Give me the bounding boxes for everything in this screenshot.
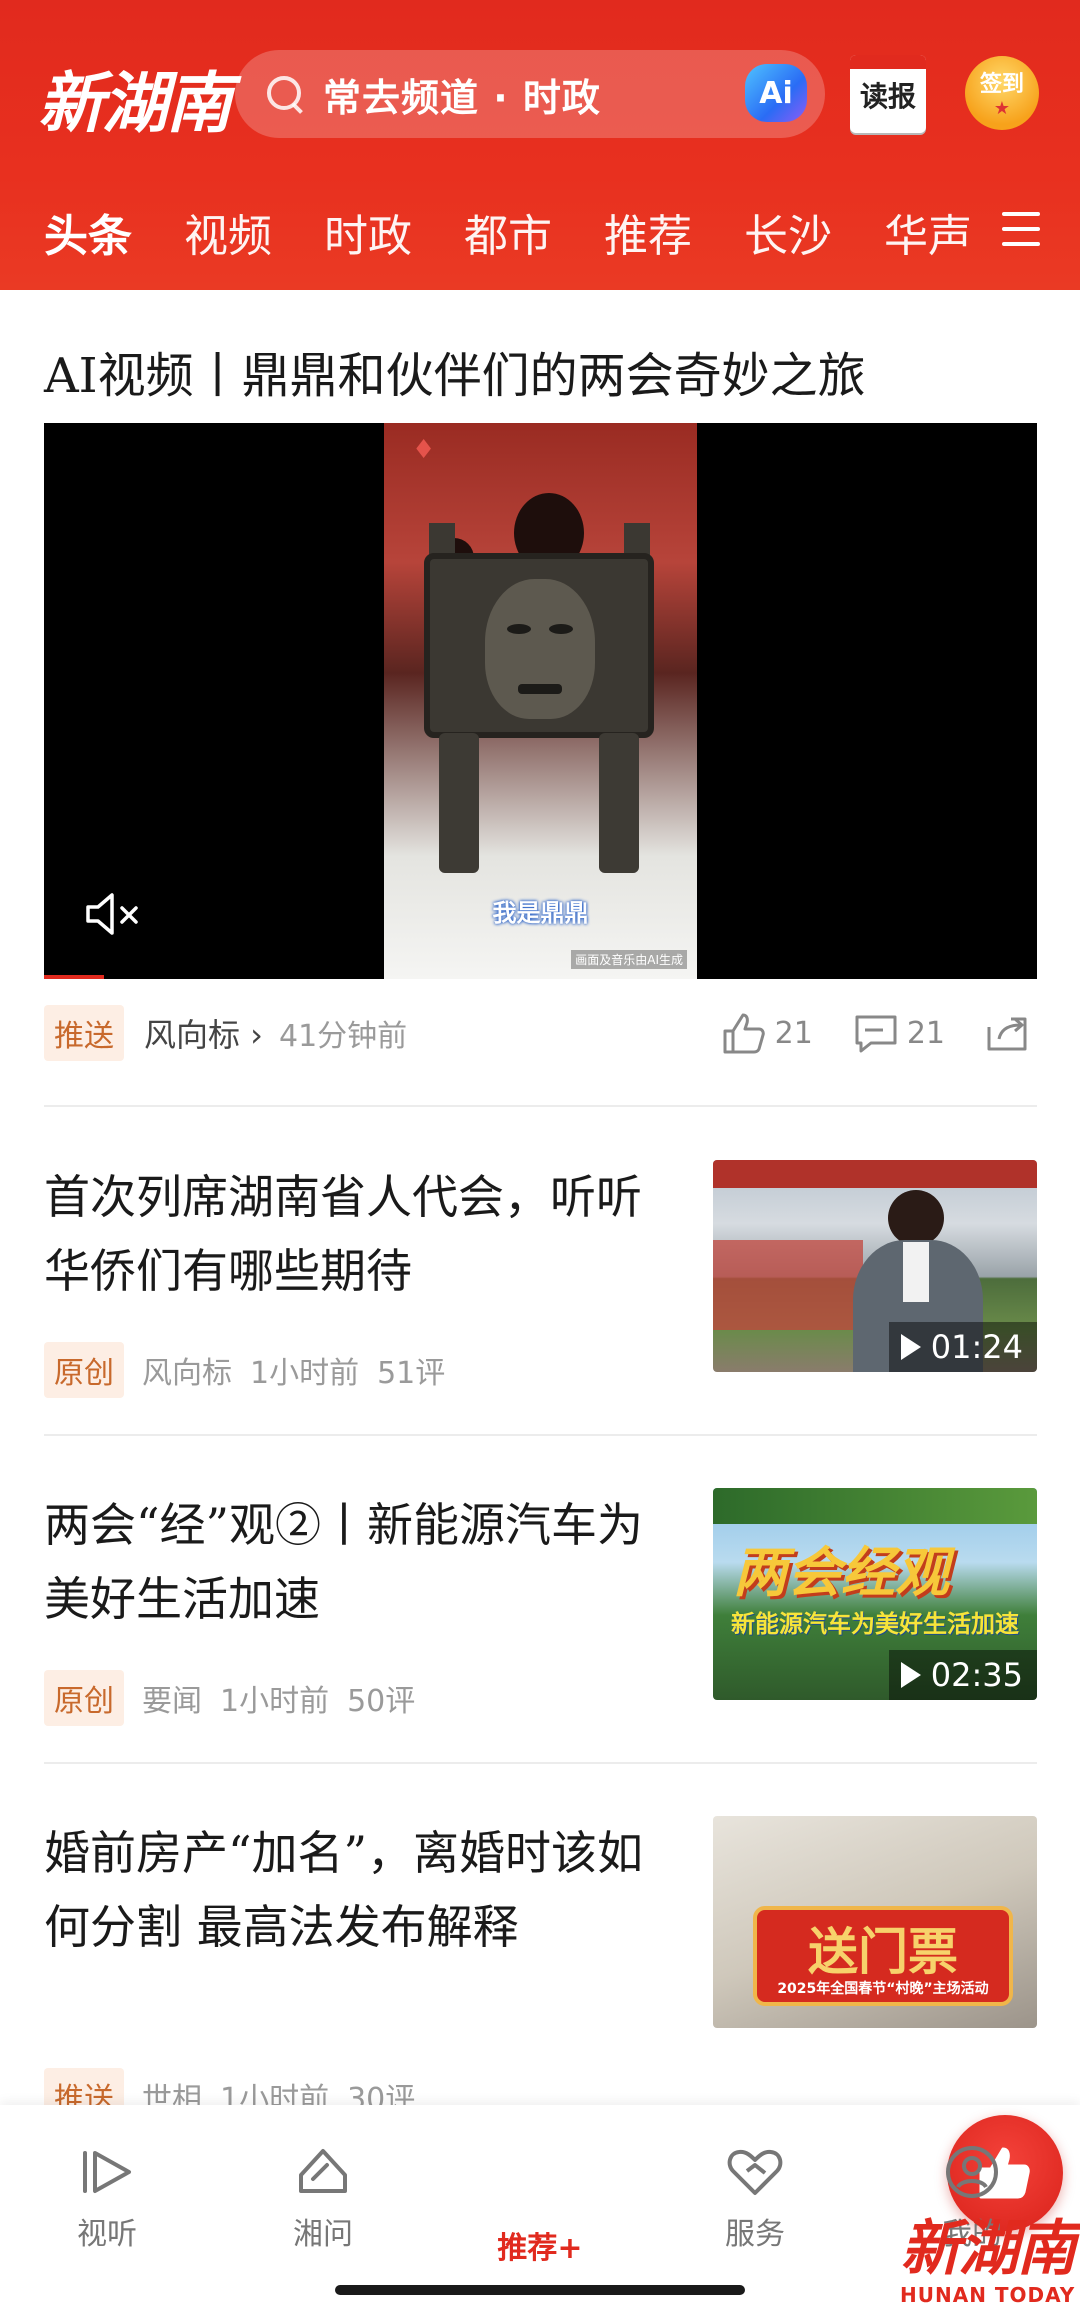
lead-article-title[interactable]: AI视频丨鼎鼎和伙伴们的两会奇妙之旅: [44, 336, 866, 406]
search-icon: [265, 74, 305, 114]
search-placeholder: 常去频道 · 时政: [323, 75, 601, 120]
article-source-link[interactable]: 风向标 ›: [144, 1010, 263, 1056]
nav-label: 推荐+: [497, 2231, 583, 2266]
share-button[interactable]: [985, 1013, 1037, 1053]
thumbnail-title-text: 送门票: [808, 1922, 958, 1981]
video-watermark-icon: ♦: [412, 435, 436, 465]
nav-ask[interactable]: 湘问: [248, 2145, 398, 2253]
video-duration: 02:35: [930, 1656, 1023, 1694]
tab-huasheng[interactable]: 华声: [884, 200, 972, 264]
heart-handshake-icon: [727, 2149, 783, 2195]
article-tag: 原创: [44, 1342, 124, 1398]
tab-recommend[interactable]: 推荐: [604, 200, 692, 264]
play-video-icon: [83, 2151, 131, 2193]
channel-menu-icon[interactable]: [1002, 212, 1040, 246]
comment-count: 21: [906, 1015, 945, 1051]
video-player[interactable]: ♦ 我是鼎鼎 画面及音乐由AI生成: [44, 423, 1037, 979]
nav-label: 湘问: [293, 2217, 353, 2252]
news-thumbnail[interactable]: 送门票 2025年全国春节“村晚”主场活动: [713, 1816, 1037, 2028]
tab-politics[interactable]: 时政: [324, 200, 412, 264]
brand-watermark: 新湖南 HUNAN TODAY: [900, 2200, 1077, 2307]
thumbnail-subtitle-text: 新能源汽车为美好生活加速: [731, 1610, 1019, 1638]
video-caption: 我是鼎鼎: [492, 899, 589, 927]
article-time: 1小时前: [220, 1684, 330, 1719]
watermark-cn: 新湖南: [900, 2214, 1077, 2284]
edit-icon: [299, 2149, 347, 2193]
news-item[interactable]: 婚前房产“加名”，离婚时该如何分割 最高法发布解释 送门票 2025年全国春节“…: [44, 1816, 1037, 2124]
watermark-en: HUNAN TODAY: [900, 2283, 1076, 2307]
nav-recommend[interactable]: 推荐+: [465, 2115, 1063, 2267]
video-duration-badge: 01:24: [888, 1322, 1037, 1372]
video-progress-bar[interactable]: [44, 975, 104, 979]
divider: [44, 1762, 1037, 1764]
article-source: 要闻: [142, 1684, 202, 1719]
article-source: 风向标: [142, 1356, 232, 1391]
play-icon: [900, 1662, 921, 1688]
article-comments: 51评: [377, 1356, 446, 1391]
comment-button[interactable]: 21: [853, 1011, 945, 1055]
news-title[interactable]: 两会“经”观②丨新能源汽车为美好生活加速: [44, 1488, 684, 1636]
user-icon: [946, 2146, 998, 2198]
thumbs-up-icon: [723, 1013, 765, 1054]
news-title[interactable]: 婚前房产“加名”，离婚时该如何分割 最高法发布解释: [44, 1816, 684, 1964]
video-duration: 01:24: [930, 1328, 1023, 1366]
app-header: 新湖南 常去频道 · 时政 Ai 读报 签到 ★ 头条 视频 时政 都市 推荐 …: [0, 0, 1080, 290]
article-tag: 原创: [44, 1670, 124, 1726]
bronze-ding-image: [424, 553, 654, 738]
news-item[interactable]: 首次列席湖南省人代会，听听华侨们有哪些期待 01:24 原创 风向标 1小时前 …: [44, 1160, 1037, 1400]
lead-article-meta: 推送 风向标 › 41分钟前 21 21: [44, 1005, 1037, 1061]
nav-service[interactable]: 服务: [680, 2145, 830, 2253]
sign-in-label: 签到: [979, 72, 1024, 97]
tab-changsha[interactable]: 长沙: [744, 200, 832, 264]
like-count: 21: [774, 1015, 813, 1051]
news-title[interactable]: 首次列席湖南省人代会，听听华侨们有哪些期待: [44, 1160, 684, 1308]
comment-icon: [855, 1015, 897, 1053]
nav-label: 服务: [725, 2217, 785, 2252]
video-credit: 画面及音乐由AI生成: [571, 950, 687, 969]
app-logo[interactable]: 新湖南: [38, 50, 232, 146]
article-time: 1小时前: [250, 1356, 360, 1391]
home-indicator[interactable]: [335, 2285, 745, 2295]
news-item[interactable]: 两会“经”观②丨新能源汽车为美好生活加速 两会经观 新能源汽车为美好生活加速 0…: [44, 1488, 1037, 1728]
tab-city[interactable]: 都市: [464, 200, 552, 264]
divider: [44, 1105, 1037, 1107]
play-icon: [900, 1334, 921, 1360]
read-newspaper-label: 读报: [859, 80, 916, 113]
nav-label: 视听: [77, 2217, 137, 2252]
read-newspaper-button[interactable]: 读报: [850, 55, 926, 133]
video-duration-badge: 02:35: [888, 1650, 1037, 1700]
article-comments: 50评: [347, 1684, 416, 1719]
video-frame: ♦ 我是鼎鼎 画面及音乐由AI生成: [384, 423, 697, 979]
share-icon: [987, 1017, 1027, 1051]
divider: [44, 1434, 1037, 1436]
tab-video[interactable]: 视频: [184, 200, 272, 264]
tab-headline[interactable]: 头条: [44, 200, 132, 268]
article-time: 41分钟前: [278, 1019, 408, 1054]
ai-assistant-button[interactable]: Ai: [745, 64, 807, 122]
article-tag: 推送: [44, 1005, 124, 1061]
star-icon: ★: [993, 98, 1011, 119]
news-thumbnail[interactable]: 01:24: [713, 1160, 1037, 1372]
like-button[interactable]: 21: [721, 1011, 813, 1055]
search-bar[interactable]: 常去频道 · 时政 Ai: [235, 50, 825, 138]
news-thumbnail[interactable]: 两会经观 新能源汽车为美好生活加速 02:35: [713, 1488, 1037, 1700]
mute-icon[interactable]: [82, 889, 144, 939]
nav-listen[interactable]: 视听: [32, 2145, 182, 2253]
thumbnail-title-text: 两会经观: [733, 1540, 949, 1604]
thumbnail-subtitle-text: 2025年全国春节“村晚”主场活动: [777, 1981, 989, 1997]
sign-in-button[interactable]: 签到 ★: [965, 56, 1039, 130]
channel-tabs: 头条 视频 时政 都市 推荐 长沙 华声: [0, 200, 1080, 270]
